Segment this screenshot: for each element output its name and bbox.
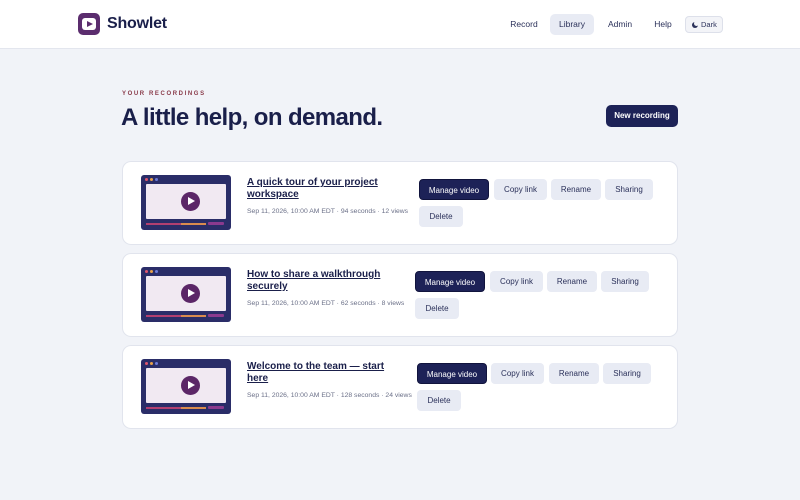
recording-meta: Sep 11, 2026, 10:00 AM EDT · 62 seconds … — [247, 300, 405, 307]
new-recording-button[interactable]: New recording — [606, 105, 678, 127]
sharing-button[interactable]: Sharing — [601, 271, 649, 292]
theme-toggle-button[interactable]: Dark — [685, 16, 723, 33]
manage-video-button[interactable]: Manage video — [417, 363, 487, 384]
recording-meta: Sep 11, 2026, 10:00 AM EDT · 94 seconds … — [247, 208, 409, 215]
nav-item-admin[interactable]: Admin — [600, 14, 640, 35]
recording-title-link[interactable]: How to share a walkthrough securely — [247, 269, 397, 293]
recording-title-link[interactable]: A quick tour of your project workspace — [247, 177, 397, 201]
delete-button[interactable]: Delete — [415, 298, 459, 319]
top-navigation-bar: Showlet Record Library Admin Help Dark — [0, 0, 800, 49]
recording-meta: Sep 11, 2026, 10:00 AM EDT · 128 seconds… — [247, 392, 412, 399]
copy-link-button[interactable]: Copy link — [490, 271, 543, 292]
nav-item-library[interactable]: Library — [550, 14, 594, 35]
nav-item-record[interactable]: Record — [502, 14, 546, 35]
delete-button[interactable]: Delete — [419, 206, 463, 227]
play-icon[interactable] — [181, 284, 200, 303]
video-thumbnail[interactable] — [141, 175, 231, 230]
play-icon[interactable] — [181, 192, 200, 211]
play-icon[interactable] — [181, 376, 200, 395]
video-thumbnail[interactable] — [141, 359, 231, 414]
copy-link-button[interactable]: Copy link — [494, 179, 547, 200]
rename-button[interactable]: Rename — [547, 271, 597, 292]
moon-icon — [692, 20, 699, 28]
video-thumbnail[interactable] — [141, 267, 231, 322]
nav-item-help[interactable]: Help — [647, 14, 679, 35]
manage-video-button[interactable]: Manage video — [419, 179, 489, 200]
recording-card: A quick tour of your project workspace S… — [122, 161, 678, 245]
sharing-button[interactable]: Sharing — [605, 179, 653, 200]
recording-card: Welcome to the team — start here Sep 11,… — [122, 345, 678, 429]
rename-button[interactable]: Rename — [549, 363, 599, 384]
copy-link-button[interactable]: Copy link — [491, 363, 544, 384]
rename-button[interactable]: Rename — [551, 179, 601, 200]
page-title: A little help, on demand. — [121, 104, 383, 131]
app-name[interactable]: Showlet — [107, 15, 167, 33]
delete-button[interactable]: Delete — [417, 390, 461, 411]
theme-toggle-label: Dark — [701, 20, 717, 29]
sharing-button[interactable]: Sharing — [603, 363, 651, 384]
showlet-logo-icon[interactable] — [78, 13, 100, 35]
recording-title-link[interactable]: Welcome to the team — start here — [247, 361, 397, 385]
recording-card: How to share a walkthrough securely Sep … — [122, 253, 678, 337]
manage-video-button[interactable]: Manage video — [415, 271, 485, 292]
section-eyebrow: YOUR RECORDINGS — [122, 91, 206, 97]
